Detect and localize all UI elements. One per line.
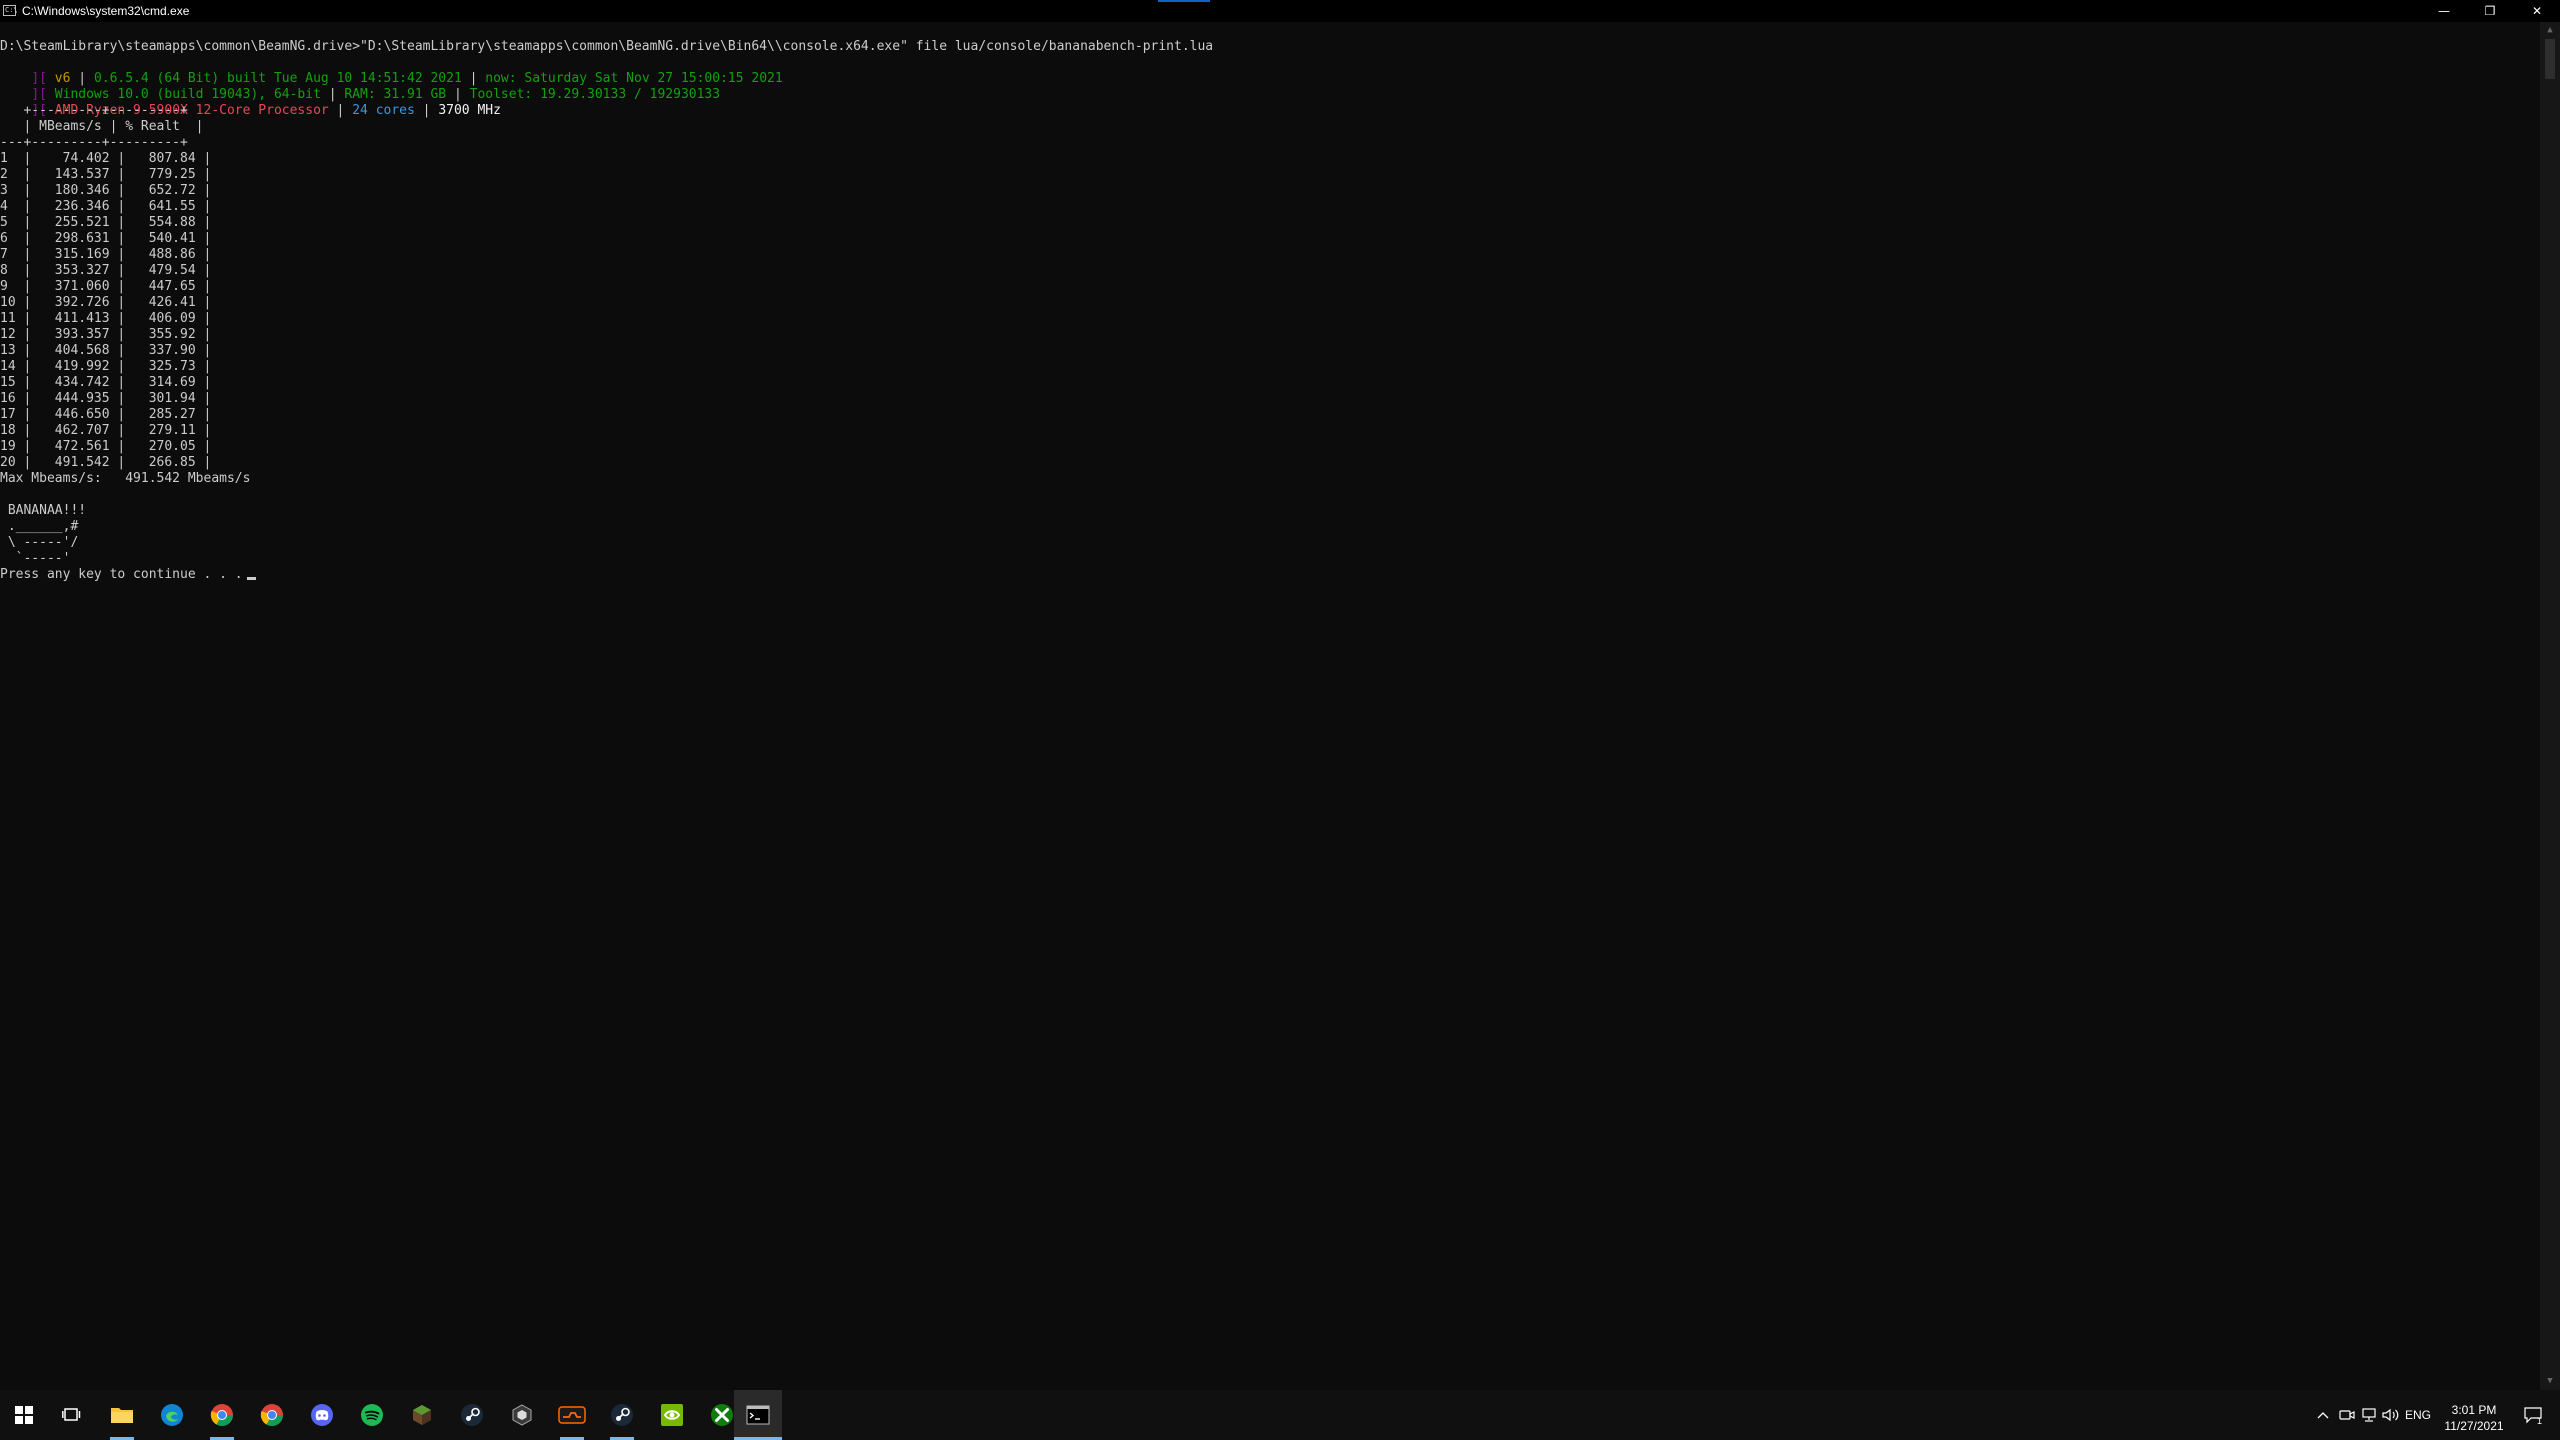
table-row: 11 | 411.413 | 406.09 | [0, 311, 212, 326]
table-row: 13 | 404.568 | 337.90 | [0, 343, 212, 358]
scrollbar-thumb[interactable] [2545, 39, 2555, 79]
info-toolset: Toolset: 19.29.30133 / 192930133 [469, 87, 721, 102]
close-button[interactable]: ✕ [2514, 0, 2560, 22]
minimize-button[interactable]: — [2421, 0, 2467, 22]
taskbar-steam-1[interactable] [448, 1390, 496, 1440]
taskbar-beamng[interactable] [548, 1390, 596, 1440]
table-row: 6 | 298.631 | 540.41 | [0, 231, 212, 246]
table-row: 4 | 236.346 | 641.55 | [0, 199, 212, 214]
edge-browser-icon [161, 1404, 183, 1426]
table-separator: ---+---------+---------+ [0, 135, 188, 150]
table-row: 10 | 392.726 | 426.41 | [0, 295, 212, 310]
table-row: 2 | 143.537 | 779.25 | [0, 167, 212, 182]
console-output[interactable]: D:\SteamLibrary\steamapps\common\BeamNG.… [0, 22, 2540, 1390]
max-mbeams-line: Max Mbeams/s: 491.542 Mbeams/s [0, 471, 251, 486]
task-view-icon [62, 1408, 81, 1421]
vertical-scrollbar[interactable]: ▲ ▼ [2540, 22, 2560, 1390]
info-separator: | [414, 103, 439, 118]
table-row: 3 | 180.346 | 652.72 | [0, 183, 212, 198]
window-title: C:\Windows\system32\cmd.exe [22, 4, 190, 18]
taskbar-nvidia[interactable] [648, 1390, 696, 1440]
nvidia-icon [661, 1404, 683, 1426]
info-separator: | [328, 103, 353, 118]
table-row: 16 | 444.935 | 301.94 | [0, 391, 212, 406]
table-row: 14 | 419.992 | 325.73 | [0, 359, 212, 374]
tray-network[interactable] [2358, 1390, 2380, 1440]
taskbar-minecraft[interactable] [398, 1390, 446, 1440]
task-view-button[interactable] [48, 1390, 96, 1440]
prompt-text: Press any key to continue . . . [0, 567, 243, 582]
tray-volume[interactable] [2380, 1390, 2402, 1440]
banana-art-line: `-----' [0, 551, 71, 566]
table-row: 18 | 462.707 | 279.11 | [0, 423, 212, 438]
xbox-icon [711, 1404, 733, 1426]
tray-meet-now[interactable] [2336, 1390, 2358, 1440]
chrome-browser-icon [210, 1404, 233, 1426]
minecraft-block-icon [413, 1405, 431, 1425]
windows-logo-icon [15, 1406, 33, 1424]
table-row: 20 | 491.542 | 266.85 | [0, 455, 212, 470]
notification-badge: 1 [2537, 1416, 2543, 1426]
taskbar-app-hexagon[interactable] [498, 1390, 546, 1440]
clock-date: 11/27/2021 [2444, 1419, 2504, 1433]
folder-icon [111, 1408, 133, 1423]
scroll-down-arrow-icon[interactable]: ▼ [2540, 1373, 2560, 1390]
info-cores: 24 cores [352, 103, 415, 118]
cmd-app-icon: C:\ [3, 5, 18, 16]
command-prompt-icon [746, 1405, 770, 1425]
scroll-up-arrow-icon[interactable]: ▲ [2540, 22, 2560, 39]
taskbar-edge[interactable] [148, 1390, 196, 1440]
table-row: 7 | 315.169 | 488.86 | [0, 247, 212, 262]
banana-art-line: BANANAA!!! [0, 503, 87, 518]
table-row: 5 | 255.521 | 554.88 | [0, 215, 212, 230]
start-button[interactable] [0, 1390, 48, 1440]
command-line: D:\SteamLibrary\steamapps\common\BeamNG.… [0, 39, 1214, 54]
hexagon-app-icon [512, 1404, 532, 1426]
banana-art-line: \ -----'/ [0, 535, 79, 550]
action-center-button[interactable]: 1 [2516, 1390, 2550, 1440]
spotify-icon [361, 1404, 383, 1426]
table-row: 9 | 371.060 | 447.65 | [0, 279, 212, 294]
table-row: 1 | 74.402 | 807.84 | [0, 151, 212, 166]
steam-icon [461, 1404, 483, 1426]
discord-icon [311, 1404, 333, 1426]
table-row: 8 | 353.327 | 479.54 | [0, 263, 212, 278]
system-clock[interactable]: 3:01 PM 11/27/2021 [2432, 1402, 2516, 1434]
info-mhz: 3700 MHz [438, 103, 501, 118]
beamng-icon [558, 1406, 586, 1424]
prompt-line: Press any key to continue . . . [0, 567, 256, 583]
taskbar-file-explorer[interactable] [98, 1390, 146, 1440]
camera-icon [2339, 1410, 2355, 1420]
console-info-cpu: ][ AMD Ryzen 9 5900X 12-Core Processor |… [0, 87, 501, 118]
text-cursor [246, 577, 256, 580]
banana-art-line: .______,# [0, 519, 79, 534]
taskbar-chrome-1[interactable] [198, 1390, 246, 1440]
table-row: 17 | 446.650 | 285.27 | [0, 407, 212, 422]
table-header: | MBeams/s | % Realt | [0, 119, 204, 134]
table-row: 12 | 393.357 | 355.92 | [0, 327, 212, 342]
table-top-border: +---------+---------+ [0, 103, 188, 118]
title-accent [1158, 0, 1210, 2]
taskbar-discord[interactable] [298, 1390, 346, 1440]
taskbar-chrome-2[interactable] [248, 1390, 296, 1440]
table-row: 15 | 434.742 | 314.69 | [0, 375, 212, 390]
table-row: 19 | 472.561 | 270.05 | [0, 439, 212, 454]
steam-icon [611, 1404, 633, 1426]
clock-time: 3:01 PM [2451, 1403, 2497, 1417]
language-indicator[interactable]: ENG [2404, 1390, 2432, 1440]
chevron-up-icon [2317, 1412, 2329, 1419]
taskbar-cmd[interactable] [734, 1390, 782, 1440]
console-info-version: ][ v6 | 0.6.5.4 (64 Bit) built Tue Aug 1… [0, 55, 782, 86]
chrome-browser-icon [260, 1404, 283, 1426]
taskbar: ENG 3:01 PM 11/27/2021 1 [0, 1390, 2560, 1440]
maximize-button[interactable]: ❐ [2467, 0, 2513, 22]
taskbar-spotify[interactable] [348, 1390, 396, 1440]
network-icon [2362, 1408, 2376, 1422]
title-bar[interactable]: C:\ C:\Windows\system32\cmd.exe — ❐ ✕ [0, 0, 2560, 22]
console-info-os: ][ Windows 10.0 (build 19043), 64-bit | … [0, 71, 720, 102]
taskbar-steam-2[interactable] [598, 1390, 646, 1440]
show-hidden-icons-button[interactable] [2312, 1390, 2334, 1440]
speaker-icon [2382, 1408, 2399, 1422]
